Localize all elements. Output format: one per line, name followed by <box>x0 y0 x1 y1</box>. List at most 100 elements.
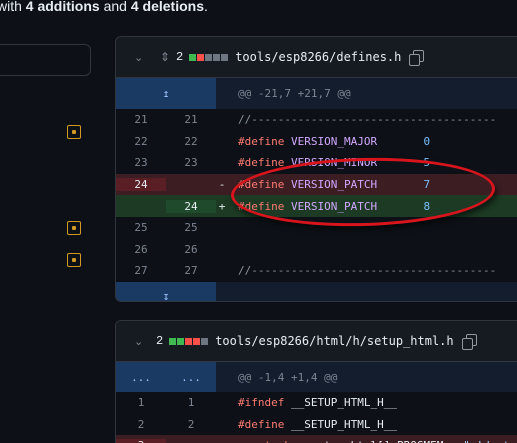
comment-icon[interactable] <box>67 221 81 235</box>
old-line-number[interactable]: 21 <box>116 113 166 126</box>
diff-file-setup-html: ⌄ 2 tools/esp8266/html/h/setup_html.h ..… <box>115 320 517 443</box>
old-line-number[interactable]: 24 <box>116 178 166 192</box>
summary-suffix: . <box>203 0 208 14</box>
new-line-number[interactable]: 2 <box>166 418 216 431</box>
deletions-count: 4 deletions <box>130 0 204 14</box>
copy-icon[interactable] <box>409 50 425 66</box>
new-line-number[interactable]: 25 <box>166 221 216 234</box>
code-token: "<!doctype <box>463 439 517 443</box>
file-name[interactable]: tools/esp8266/html/h/setup_html.h <box>215 334 453 348</box>
expand-down-button[interactable]: ↧ <box>116 281 216 302</box>
code-token: #define <box>238 134 285 148</box>
old-line-number[interactable]: 23 <box>116 156 166 169</box>
diffstat-block-add <box>189 53 197 61</box>
expand-dots-old: ... <box>131 370 151 384</box>
code-token: __SETUP_HTML_H__ <box>290 396 397 410</box>
new-line-number[interactable]: 23 <box>166 156 216 169</box>
code-line: #define __SETUP_HTML_H__ <box>228 418 397 431</box>
diff-marker: - <box>218 178 226 192</box>
unfold-icon[interactable]: ⇕ <box>158 50 172 64</box>
diffstat-block-neutral <box>201 337 209 345</box>
code-token: const <box>238 439 271 443</box>
context-line: 27 27 //----------------------------------… <box>116 260 517 282</box>
diff-rows: 1 1 #ifndef __SETUP_HTML_H__ 2 2 #define __SE… <box>116 392 517 443</box>
old-line-number[interactable]: 3 <box>116 439 166 443</box>
context-line: 2 2 #define __SETUP_HTML_H__ <box>116 414 517 436</box>
new-line-number[interactable]: 27 <box>166 264 216 277</box>
diffstat-block-neutral <box>221 53 229 61</box>
new-line-number[interactable]: 24 <box>166 199 216 213</box>
diffstat-block-neutral <box>213 53 221 61</box>
expand-up-icon: ↥ <box>162 87 170 100</box>
file-filter-input[interactable] <box>0 44 91 76</box>
hunk-footer: ↧ <box>116 281 517 302</box>
hunk-header-text: @@ -21,7 +21,7 @@ <box>238 87 351 100</box>
diffstat-block-neutral <box>205 53 213 61</box>
code-token: #define <box>238 417 285 431</box>
summary-mid: and <box>99 0 131 14</box>
old-line-number[interactable]: 22 <box>116 135 166 148</box>
file-header: ⌄ ⇕ 2 tools/esp8266/defines.h <box>116 37 517 78</box>
expand-dots-new: ... <box>181 370 201 384</box>
code-token: char <box>278 439 305 443</box>
context-line: 21 21 //----------------------------------… <box>116 109 517 131</box>
new-line-number[interactable]: 1 <box>166 396 216 409</box>
old-line-number[interactable]: 27 <box>116 264 166 277</box>
old-line-number[interactable]: 1 <box>116 396 166 409</box>
diff-marker: - <box>216 439 228 443</box>
new-line-number[interactable]: 21 <box>166 113 216 126</box>
diffstat-block-add <box>177 337 185 345</box>
code-token: setup_html[] PROGMEM = <box>304 439 463 443</box>
chevron-down-icon[interactable]: ⌄ <box>134 51 152 64</box>
diff-summary: with 4 additions and 4 deletions. <box>0 0 208 14</box>
diffstat-block-del <box>185 337 193 345</box>
file-header: ⌄ 2 tools/esp8266/html/h/setup_html.h <box>116 321 517 362</box>
hunk-header: ... ... @@ -1,4 +1,4 @@ <box>116 362 517 392</box>
diff-marker: + <box>218 199 226 213</box>
context-line: 26 26 <box>116 239 517 261</box>
copy-icon[interactable] <box>461 334 477 350</box>
code-line: //------------------------------------- <box>228 113 496 126</box>
new-line-number[interactable]: 22 <box>166 135 216 148</box>
expand-up-button[interactable]: ↥ <box>116 78 216 109</box>
diffstat-blocks <box>169 337 209 345</box>
context-line: 1 1 #ifndef __SETUP_HTML_H__ <box>116 392 517 414</box>
code-token: //------------------------------------- <box>238 113 497 127</box>
diffstat-block-add <box>169 337 177 345</box>
comment-icon[interactable] <box>67 125 81 139</box>
hunk-header: ↥ @@ -21,7 +21,7 @@ <box>116 78 517 109</box>
diffstat-block-del <box>193 337 201 345</box>
change-count: 2 <box>156 334 164 348</box>
old-line-number[interactable]: 25 <box>116 221 166 234</box>
context-line: 22 22 #define VERSION_MAJOR 0 <box>116 131 517 153</box>
old-line-number[interactable]: 2 <box>116 418 166 431</box>
file-name[interactable]: tools/esp8266/defines.h <box>235 50 401 64</box>
hunk-header-text: @@ -1,4 +1,4 @@ <box>238 370 338 384</box>
diffstat-block-del <box>197 53 205 61</box>
new-line-number[interactable]: 26 <box>166 243 216 256</box>
code-token: //------------------------------------- <box>238 264 497 278</box>
code-line: #define VERSION_MAJOR 0 <box>228 135 430 148</box>
code-line: #ifndef __SETUP_HTML_H__ <box>228 396 397 409</box>
code-token: __SETUP_HTML_H__ <box>290 417 397 431</box>
diffstat-blocks <box>189 53 229 61</box>
code-line: const char setup_html[] PROGMEM = "<!doc… <box>228 439 517 443</box>
diff-view: with 4 additions and 4 deletions. ⌄ ⇕ 2 … <box>0 0 517 443</box>
chevron-down-icon[interactable]: ⌄ <box>134 335 152 348</box>
code-token: 0 <box>423 134 431 148</box>
code-token: VERSION_MAJOR <box>290 134 378 148</box>
old-line-number[interactable]: 26 <box>116 243 166 256</box>
additions-count: 4 additions <box>25 0 100 14</box>
code-line: //------------------------------------- <box>228 264 496 277</box>
expand-down-icon: ↧ <box>162 289 170 302</box>
code-token: #ifndef <box>238 396 285 410</box>
expand-button[interactable]: ... ... <box>116 362 216 392</box>
change-count: 2 <box>176 50 184 64</box>
comment-icon[interactable] <box>67 253 81 267</box>
summary-prefix: with <box>0 0 22 14</box>
